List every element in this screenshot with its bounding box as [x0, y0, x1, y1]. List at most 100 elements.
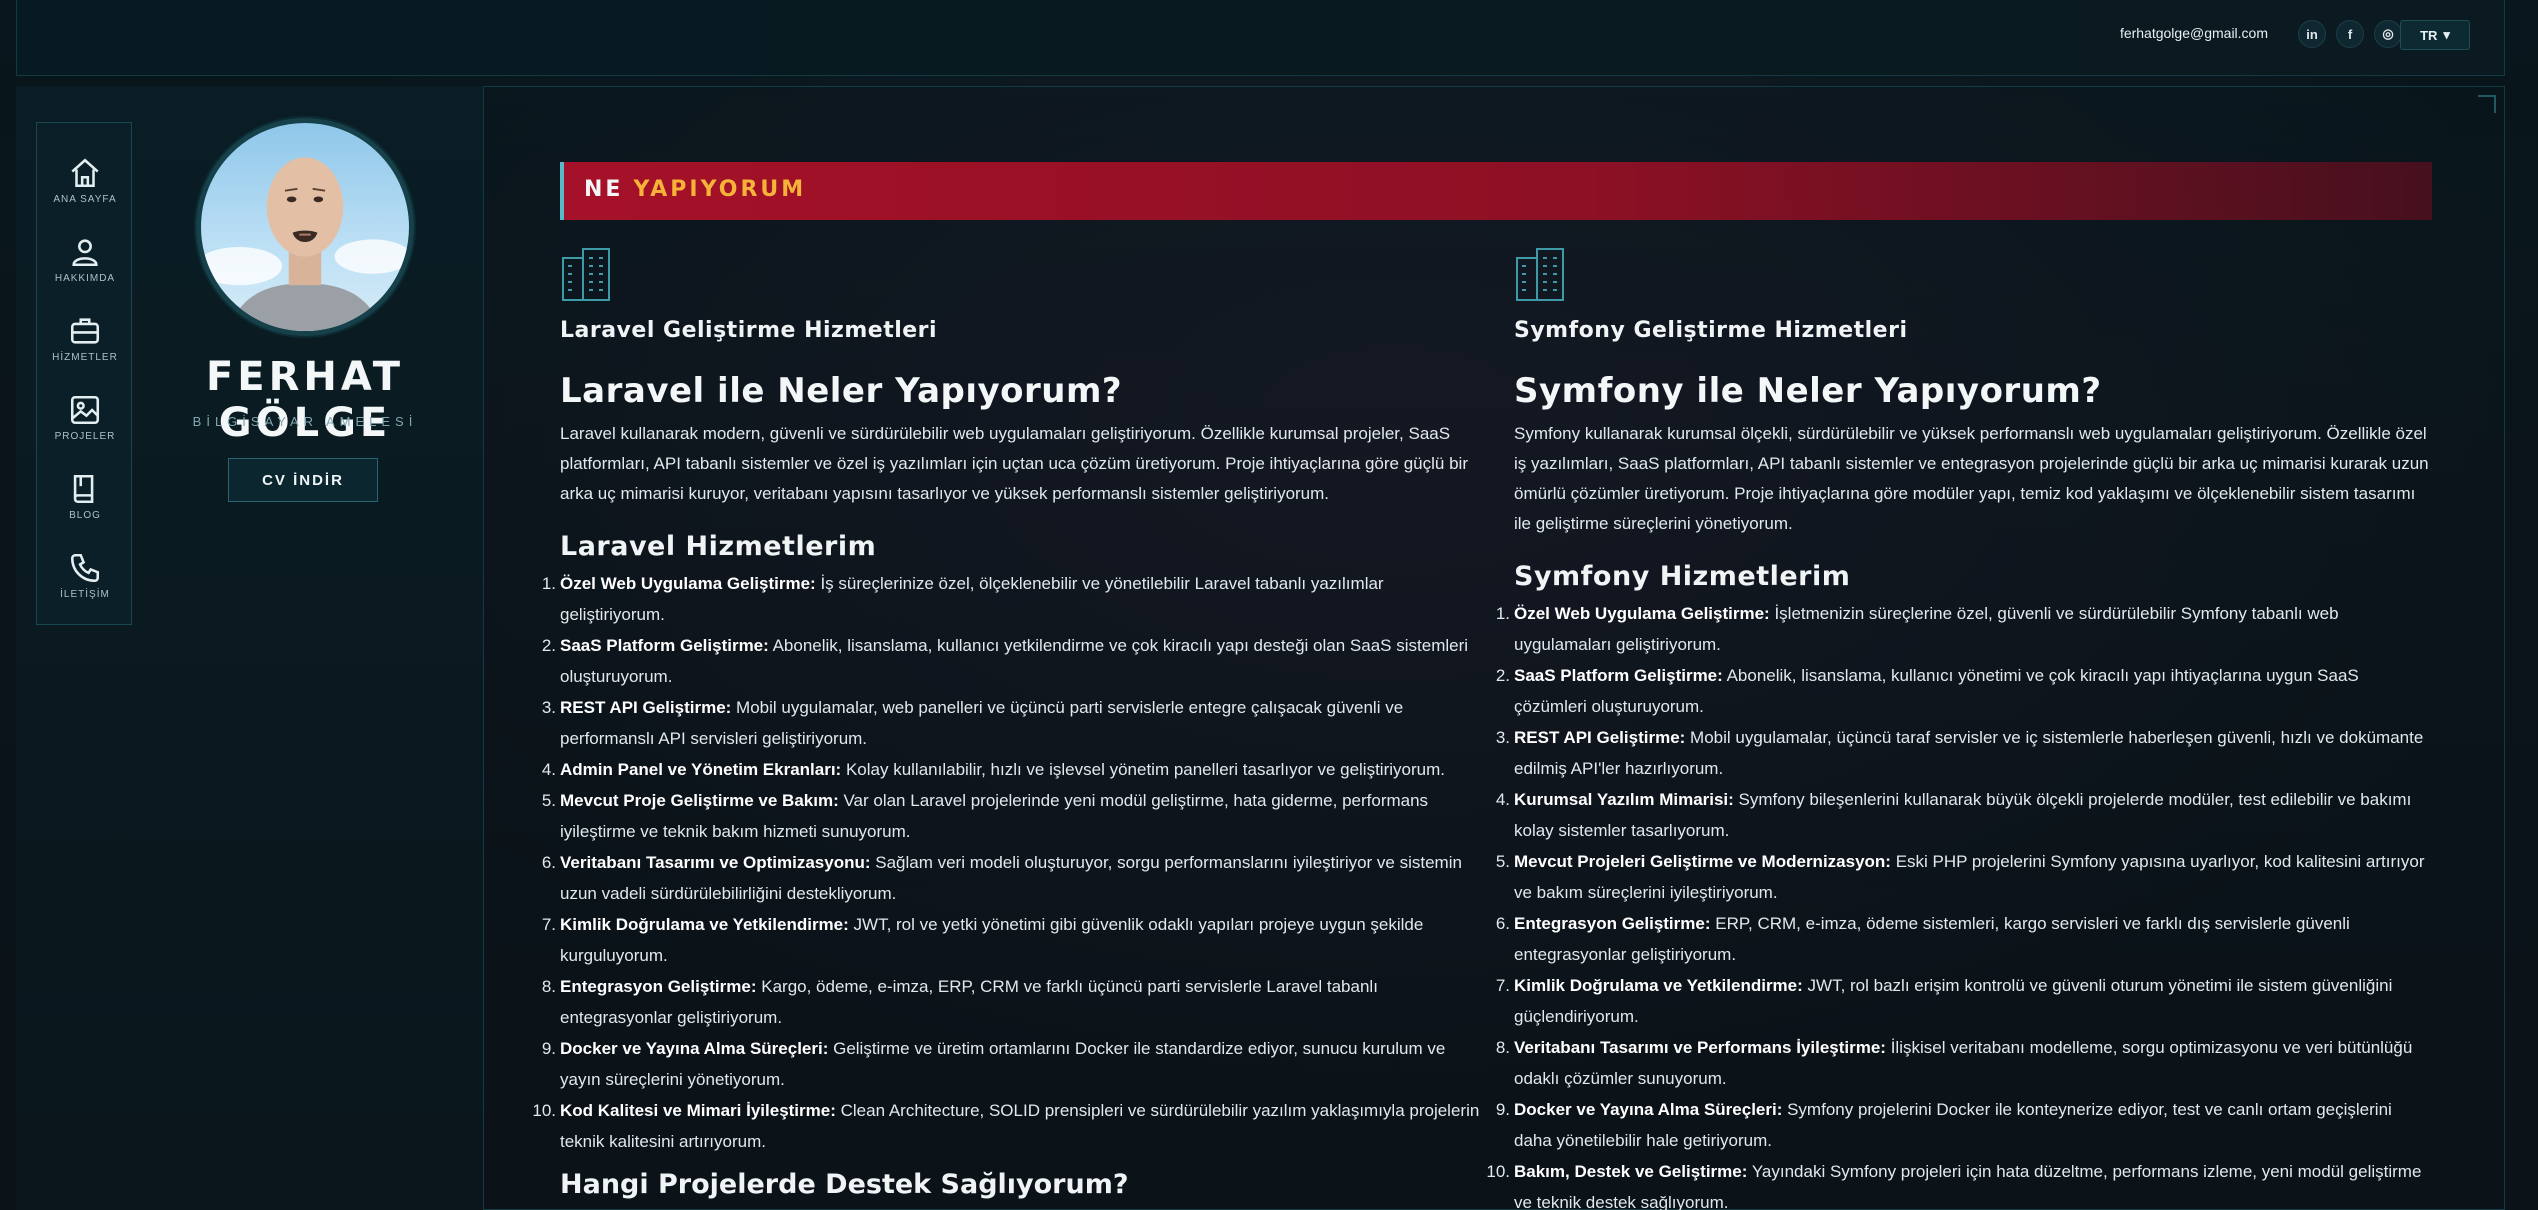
list-item-title: Kurumsal Yazılım Mimarisi:: [1514, 790, 1734, 809]
instagram-icon[interactable]: ◎: [2374, 20, 2402, 48]
service-list: 1. Özel Web Uygulama Geliştirme: İşletmen…: [1486, 598, 2434, 1210]
chevron-down-icon: ▾: [2443, 27, 2450, 42]
list-item: 1. Özel Web Uygulama Geliştirme: İş süreç…: [542, 568, 1480, 630]
cv-download-button[interactable]: CV İNDİR: [228, 458, 378, 502]
list-item-number: 4.: [1495, 790, 1510, 809]
list-item-text: Kolay kullanılabilir, hızlı ve işlevsel …: [841, 760, 1445, 779]
profile-name: FERHAT GÖLGE: [205, 354, 405, 446]
image-icon: [70, 395, 100, 424]
facebook-icon[interactable]: f: [2336, 20, 2364, 48]
list-item-number: 5.: [541, 791, 556, 810]
list-item-number: 1.: [541, 574, 556, 593]
banner-title-part2: YAPIYORUM: [633, 177, 807, 202]
list-item-number: 3.: [541, 698, 556, 717]
avatar: [196, 118, 414, 336]
list-item-title: SaaS Platform Geliştirme:: [560, 636, 769, 655]
user-icon: [72, 238, 98, 266]
phone-icon: [70, 553, 100, 582]
list-item: 3. REST API Geliştirme: Mobil uygulamalar…: [1496, 722, 2434, 784]
nav-label: HİZMETLER: [52, 351, 118, 363]
list-item-number: 7.: [1495, 976, 1510, 995]
nav-item-home[interactable]: ANA SAYFA: [37, 141, 133, 219]
list-item: 9. Docker ve Yayına Alma Süreçleri: Geliş…: [542, 1033, 1480, 1095]
list-item-title: Kimlik Doğrulama ve Yetkilendirme:: [1514, 976, 1803, 995]
list-item: 3. REST API Geliştirme: Mobil uygulamalar…: [542, 692, 1480, 754]
list-item: 10. Bakım, Destek ve Geliştirme: Yayındak…: [1486, 1156, 2434, 1210]
list-item-title: Özel Web Uygulama Geliştirme:: [560, 574, 816, 593]
intro-text: Laravel kullanarak modern, güvenli ve sü…: [560, 424, 1468, 503]
list-item-title: Mevcut Proje Geliştirme ve Bakım:: [560, 791, 839, 810]
list-item: 7. Kimlik Doğrulama ve Yetkilendirme: JWT…: [542, 909, 1480, 971]
list-item-number: 2.: [1495, 666, 1510, 685]
list-item: 2. SaaS Platform Geliştirme: Abonelik, li…: [1496, 660, 2434, 722]
list-item: 5. Mevcut Projeleri Geliştirme ve Moderni…: [1496, 846, 2434, 908]
nav-label: ANA SAYFA: [53, 193, 117, 205]
list-item-number: 2.: [541, 636, 556, 655]
section-heading: Laravel ile Neler Yapıyorum?: [560, 371, 1123, 411]
list-item-title: SaaS Platform Geliştirme:: [1514, 666, 1723, 685]
linkedin-icon[interactable]: in: [2298, 20, 2326, 48]
book-icon: [73, 474, 94, 503]
list-item: 7. Kimlik Doğrulama ve Yetkilendirme: JWT…: [1496, 970, 2434, 1032]
symfony-column: Symfony Geliştirme Hizmetleri Symfony il…: [1486, 246, 2434, 1210]
section-heading: Symfony ile Neler Yapıyorum?: [1514, 371, 2102, 411]
list-item-number: 10.: [1486, 1162, 1510, 1181]
nav-item-services[interactable]: HİZMETLER: [37, 299, 133, 377]
nav-item-contact[interactable]: İLETİŞİM: [37, 536, 133, 614]
list-item: 6. Veritabanı Tasarımı ve Optimizasyonu: …: [542, 847, 1480, 909]
side-nav: ANA SAYFA HAKKIMDA HİZMETLER PROJELER BL…: [36, 122, 132, 625]
service-list: 1. Özel Web Uygulama Geliştirme: İş süreç…: [532, 568, 1480, 1157]
list-heading: Symfony Hizmetlerim: [1514, 561, 1851, 592]
list-item-number: 8.: [1495, 1038, 1510, 1057]
list-item-title: REST API Geliştirme:: [560, 698, 732, 717]
list-item-title: Entegrasyon Geliştirme:: [1514, 914, 1711, 933]
list-item-title: Admin Panel ve Yönetim Ekranları:: [560, 760, 842, 779]
language-select[interactable]: TR ▾: [2400, 20, 2470, 50]
list-item-number: 1.: [1495, 604, 1510, 623]
nav-label: HAKKIMDA: [54, 272, 116, 284]
list-item-number: 9.: [541, 1039, 556, 1058]
frame-corner: [2478, 95, 2496, 113]
email-link[interactable]: ferhatgolge@gmail.com: [2120, 25, 2268, 41]
laravel-column: Laravel Geliştirme Hizmetleri Laravel il…: [532, 246, 1480, 1200]
nav-label: İLETİŞİM: [60, 588, 110, 600]
list-item-title: Docker ve Yayına Alma Süreçleri:: [560, 1039, 829, 1058]
list-item-title: Docker ve Yayına Alma Süreçleri:: [1514, 1100, 1783, 1119]
nav-item-about[interactable]: HAKKIMDA: [37, 220, 133, 298]
list-item-title: Entegrasyon Geliştirme:: [560, 977, 757, 996]
service-title: Symfony Geliştirme Hizmetleri: [1514, 318, 1908, 343]
building-icon: [1514, 246, 2434, 306]
list-item: 2. SaaS Platform Geliştirme: Abonelik, li…: [542, 630, 1480, 692]
list-item: 9. Docker ve Yayına Alma Süreçleri: Symfo…: [1496, 1094, 2434, 1156]
intro-text: Symfony kullanarak kurumsal ölçekli, sür…: [1514, 424, 2429, 533]
list-item-title: Özel Web Uygulama Geliştirme:: [1514, 604, 1770, 623]
banner-title: NE YAPIYORUM: [584, 177, 806, 202]
nav-item-projects[interactable]: PROJELER: [37, 378, 133, 456]
list-item-number: 5.: [1495, 852, 1510, 871]
list-item-title: Mevcut Projeleri Geliştirme ve Moderniza…: [1514, 852, 1891, 871]
list-item-title: REST API Geliştirme:: [1514, 728, 1686, 747]
list-item-number: 10.: [532, 1101, 556, 1120]
language-value: TR: [2420, 27, 2438, 43]
list-item-number: 4.: [541, 760, 556, 779]
list-item-number: 6.: [1495, 914, 1510, 933]
list-item-title: Veritabanı Tasarımı ve Optimizasyonu:: [560, 853, 871, 872]
service-title: Laravel Geliştirme Hizmetleri: [560, 318, 938, 343]
list-item-title: Kimlik Doğrulama ve Yetkilendirme:: [560, 915, 849, 934]
profile-role: BİLGİSAYAR AMELESİ: [192, 414, 418, 429]
list-item: 8. Entegrasyon Geliştirme: Kargo, ödeme, …: [542, 971, 1480, 1033]
nav-label: PROJELER: [54, 430, 116, 442]
list-item-number: 3.: [1495, 728, 1510, 747]
next-heading: Hangi Projelerde Destek Sağlıyorum?: [560, 1169, 1129, 1200]
home-icon: [71, 158, 99, 187]
nav-item-blog[interactable]: BLOG: [37, 457, 133, 535]
list-item-title: Veritabanı Tasarımı ve Performans İyileş…: [1514, 1038, 1886, 1057]
list-item: 5. Mevcut Proje Geliştirme ve Bakım: Var …: [542, 785, 1480, 847]
list-item: 1. Özel Web Uygulama Geliştirme: İşletmen…: [1496, 598, 2434, 660]
list-item: 8. Veritabanı Tasarımı ve Performans İyil…: [1496, 1032, 2434, 1094]
banner-title-part1: NE: [584, 177, 624, 202]
profile-photo: [201, 157, 409, 331]
section-banner: NE YAPIYORUM: [560, 162, 2432, 220]
list-item-number: 8.: [541, 977, 556, 996]
building-icon: [560, 246, 1480, 306]
